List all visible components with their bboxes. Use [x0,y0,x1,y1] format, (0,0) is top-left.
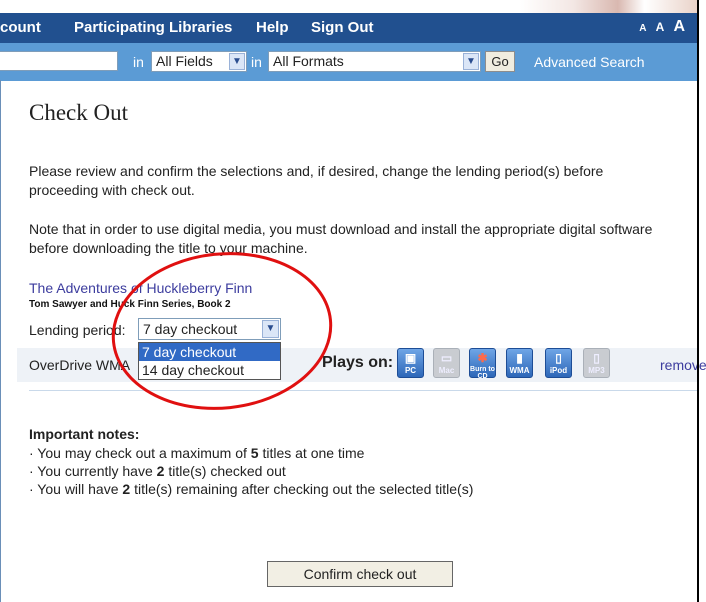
nav-item-sign-out[interactable]: Sign Out [311,19,374,36]
lending-period-value: 7 day checkout [143,321,238,337]
book-title-link[interactable]: The Adventures of Huckleberry Finn [29,280,252,296]
mac-icon: ▭ Mac [433,348,460,378]
intro-paragraph: Please review and confirm the selections… [29,163,604,198]
page-title: Check Out [29,100,129,125]
chevron-down-icon: ▼ [463,53,479,70]
chevron-down-icon: ▼ [229,53,245,70]
in-label-2: in [251,54,262,70]
header-decoration [520,0,698,13]
top-nav: count Participating Libraries Help Sign … [0,13,697,43]
chevron-down-icon: ▼ [262,320,279,338]
plays-on-label: Plays on: [322,354,394,371]
remove-link[interactable]: remove [660,357,706,373]
in-label-1: in [133,54,144,70]
note-remaining-titles: · You will have 2 title(s) remaining aft… [29,481,474,497]
formats-select[interactable]: All Formats ▼ [268,51,481,72]
search-input[interactable] [0,51,118,71]
font-size-controls: A A A [634,18,685,36]
lending-period-dropdown: 7 day checkout 14 day checkout [138,342,281,380]
note-current-titles: · You currently have 2 title(s) checked … [29,463,286,479]
search-bar: in All Fields ▼ in All Formats ▼ Go Adva… [0,43,697,81]
ipod-icon: ▯ iPod [545,348,572,378]
format-name: OverDrive WMA [29,357,131,373]
important-notes-title: Important notes: [29,426,140,442]
nav-item-participating-libraries[interactable]: Participating Libraries [74,19,232,36]
format-row: OverDrive WMA Plays on: ▣ PC ▭ Mac ✱ Burn t… [17,348,706,382]
divider [29,390,697,391]
lending-period-select[interactable]: 7 day checkout ▼ [138,318,281,340]
wma-player-icon: ▮ WMA [506,348,533,378]
advanced-search-link[interactable]: Advanced Search [534,54,645,70]
fields-select[interactable]: All Fields ▼ [151,51,247,72]
mp3-player-icon: ▯ MP3 [583,348,610,378]
font-size-medium[interactable]: A [656,20,665,34]
lending-period-label: Lending period: [29,322,126,338]
software-note-paragraph: Note that in order to use digital media,… [29,221,653,256]
fields-select-value: All Fields [156,53,213,69]
page: count Participating Libraries Help Sign … [0,0,706,602]
series-label: Tom Sawyer and Huck Finn Series, Book 2 [29,299,231,310]
font-size-large[interactable]: A [673,18,685,35]
go-button[interactable]: Go [485,51,515,72]
burn-cd-icon: ✱ Burn to CD [469,348,496,380]
note-max-titles: · You may check out a maximum of 5 title… [29,445,365,461]
formats-select-value: All Formats [273,53,344,69]
lending-option-7-day[interactable]: 7 day checkout [139,343,280,361]
confirm-checkout-button[interactable]: Confirm check out [267,561,453,587]
pc-icon: ▣ PC [397,348,424,378]
left-border [0,80,1,602]
right-border [697,0,699,602]
nav-item-account[interactable]: count [0,19,41,36]
font-size-small[interactable]: A [639,23,646,34]
nav-item-help[interactable]: Help [256,19,289,36]
lending-option-14-day[interactable]: 14 day checkout [139,361,280,379]
